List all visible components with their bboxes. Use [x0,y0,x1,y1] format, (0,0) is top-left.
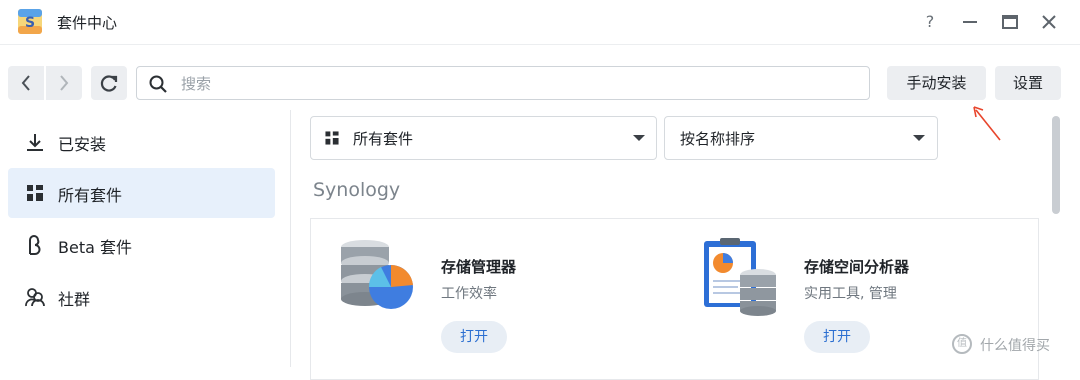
sidebar: 已安装 所有套件 Beta 套件 社群 [0,110,291,367]
community-icon [25,288,45,307]
maximize-button[interactable] [998,10,1022,34]
open-button[interactable]: 打开 [804,321,870,353]
package-card[interactable]: 存储管理器 工作效率 打开 [310,218,676,380]
category-dropdown[interactable]: 所有套件 [310,116,657,160]
watermark-logo-icon: 值 [952,334,972,354]
refresh-button[interactable] [91,66,127,100]
title-bar: S 套件中心 ? [0,0,1080,45]
help-button[interactable]: ? [918,10,942,34]
package-category: 实用工具, 管理 [804,286,897,302]
maximize-icon [1002,15,1018,29]
download-icon [27,134,43,151]
grid-icon [27,185,43,201]
sidebar-item-all-packages[interactable]: 所有套件 [8,168,275,218]
svg-text:S: S [25,15,35,31]
window-title: 套件中心 [57,14,118,32]
package-name: 存储空间分析器 [804,258,910,276]
chevron-left-icon [21,75,30,91]
beta-icon [29,235,41,255]
manual-install-button[interactable]: 手动安装 [887,66,986,100]
close-button[interactable] [1037,10,1061,34]
sidebar-item-beta[interactable]: Beta 套件 [8,220,275,270]
package-center-icon: S [18,9,42,34]
sidebar-item-installed[interactable]: 已安装 [8,117,275,167]
watermark: 值 什么值得买 [952,333,1076,357]
package-category: 工作效率 [441,286,497,302]
scrollbar-thumb[interactable] [1052,116,1060,214]
section-title: Synology [313,179,401,201]
close-icon [1042,15,1056,29]
open-button[interactable]: 打开 [441,321,507,353]
storage-manager-icon [341,240,413,309]
chevron-right-icon [60,75,69,91]
grid-icon [325,131,339,145]
package-name: 存储管理器 [441,258,517,276]
caret-down-icon [913,135,925,141]
watermark-text: 什么值得买 [980,338,1050,354]
sidebar-item-label: 已安装 [58,135,107,154]
search-box[interactable] [136,66,870,100]
sort-dropdown[interactable]: 按名称排序 [664,116,938,160]
search-input[interactable] [179,72,853,96]
annotation-arrow-icon [973,106,1001,141]
forward-button[interactable] [46,66,82,100]
category-dropdown-value: 所有套件 [353,130,414,148]
sidebar-item-community[interactable]: 社群 [8,272,275,322]
search-icon [149,75,167,93]
sidebar-item-label: 所有套件 [58,186,123,205]
sidebar-item-label: 社群 [58,290,91,309]
minimize-icon [963,21,977,23]
refresh-icon [100,75,118,92]
storage-analyzer-icon [704,238,776,316]
back-button[interactable] [8,66,44,100]
settings-button[interactable]: 设置 [995,66,1061,100]
sort-dropdown-value: 按名称排序 [680,130,756,148]
sidebar-item-label: Beta 套件 [58,238,132,257]
caret-down-icon [633,135,645,141]
minimize-button[interactable] [958,10,982,34]
